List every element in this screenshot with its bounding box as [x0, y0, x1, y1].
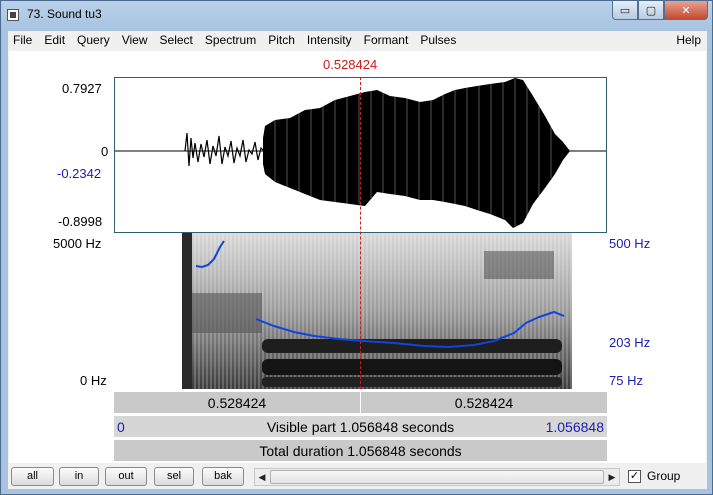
minimize-button[interactable]: ▭ — [612, 1, 638, 20]
menu-intensity[interactable]: Intensity — [302, 31, 359, 49]
right-part-duration[interactable]: 0.528424 — [361, 395, 607, 411]
amplitude-max-label: 0.7927 — [62, 81, 102, 96]
pitch-floor-label: 75 Hz — [609, 373, 643, 388]
menu-pitch[interactable]: Pitch — [263, 31, 302, 49]
zoom-back-button[interactable]: bak — [202, 467, 244, 486]
menu-edit[interactable]: Edit — [39, 31, 72, 49]
total-duration-label: Total duration 1.056848 seconds — [259, 443, 462, 459]
cursor-split-bar[interactable]: 0.528424 0.528424 — [114, 391, 607, 414]
menu-spectrum[interactable]: Spectrum — [200, 31, 263, 49]
waveform-graphic — [115, 78, 606, 228]
scroll-right-icon[interactable]: ▶ — [605, 469, 619, 485]
sound-canvas[interactable]: 0.528424 0.7927 0 -0.2342 -0.8998 5000 H… — [9, 51, 706, 463]
editor-client: File Edit Query View Select Spectrum Pit… — [8, 31, 707, 489]
cursor-line — [360, 77, 361, 389]
bottom-toolbar: all in out sel bak ◀ ▶ ✓ Group — [8, 465, 707, 489]
maximize-button[interactable]: ▢ — [638, 1, 664, 20]
zoom-in-button[interactable]: in — [59, 467, 99, 486]
zoom-all-button[interactable]: all — [11, 467, 54, 486]
window-title: 73. Sound tu3 — [27, 7, 102, 21]
spectrogram-min-freq-label: 0 Hz — [80, 373, 107, 388]
menu-view[interactable]: View — [117, 31, 155, 49]
menu-formant[interactable]: Formant — [359, 31, 416, 49]
window-controls: ▭ ▢ ✕ — [612, 1, 708, 20]
cursor-time-label: 0.528424 — [323, 57, 378, 72]
group-label: Group — [647, 469, 681, 483]
menu-select[interactable]: Select — [155, 31, 200, 49]
menu-file[interactable]: File — [8, 31, 39, 49]
amplitude-zero-label: 0 — [101, 144, 109, 159]
title-bar[interactable]: 73. Sound tu3 ▭ ▢ ✕ — [1, 1, 712, 31]
pitch-value-label: 203 Hz — [609, 335, 651, 350]
amplitude-min-label: -0.8998 — [58, 214, 103, 229]
app-icon — [7, 9, 19, 21]
scroll-thumb[interactable] — [270, 470, 604, 484]
close-button[interactable]: ✕ — [664, 1, 708, 20]
zoom-selection-button[interactable]: sel — [154, 467, 194, 486]
visible-end-time: 1.056848 — [545, 419, 604, 435]
menu-query[interactable]: Query — [72, 31, 117, 49]
praat-sound-window: 73. Sound tu3 ▭ ▢ ✕ File Edit Query View… — [0, 0, 713, 495]
left-part-duration[interactable]: 0.528424 — [114, 395, 360, 411]
spectrogram-max-freq-label: 5000 Hz — [53, 236, 102, 251]
time-scrollbar[interactable]: ◀ ▶ — [254, 468, 620, 486]
pitch-ceiling-label: 500 Hz — [609, 236, 651, 251]
scroll-left-icon[interactable]: ◀ — [255, 469, 269, 485]
menu-bar: File Edit Query View Select Spectrum Pit… — [8, 31, 707, 49]
visible-part-label: Visible part 1.056848 seconds — [266, 419, 455, 435]
group-checkbox[interactable]: ✓ — [628, 469, 641, 483]
menu-help[interactable]: Help — [676, 33, 701, 47]
zoom-out-button[interactable]: out — [105, 467, 147, 486]
visible-part-bar[interactable]: 0 Visible part 1.056848 seconds 1.056848 — [114, 415, 607, 437]
group-toggle[interactable]: ✓ Group — [628, 469, 680, 483]
menu-pulses[interactable]: Pulses — [415, 31, 463, 49]
amplitude-cursor-label: -0.2342 — [57, 166, 102, 181]
total-duration-bar[interactable]: Total duration 1.056848 seconds — [114, 439, 607, 461]
